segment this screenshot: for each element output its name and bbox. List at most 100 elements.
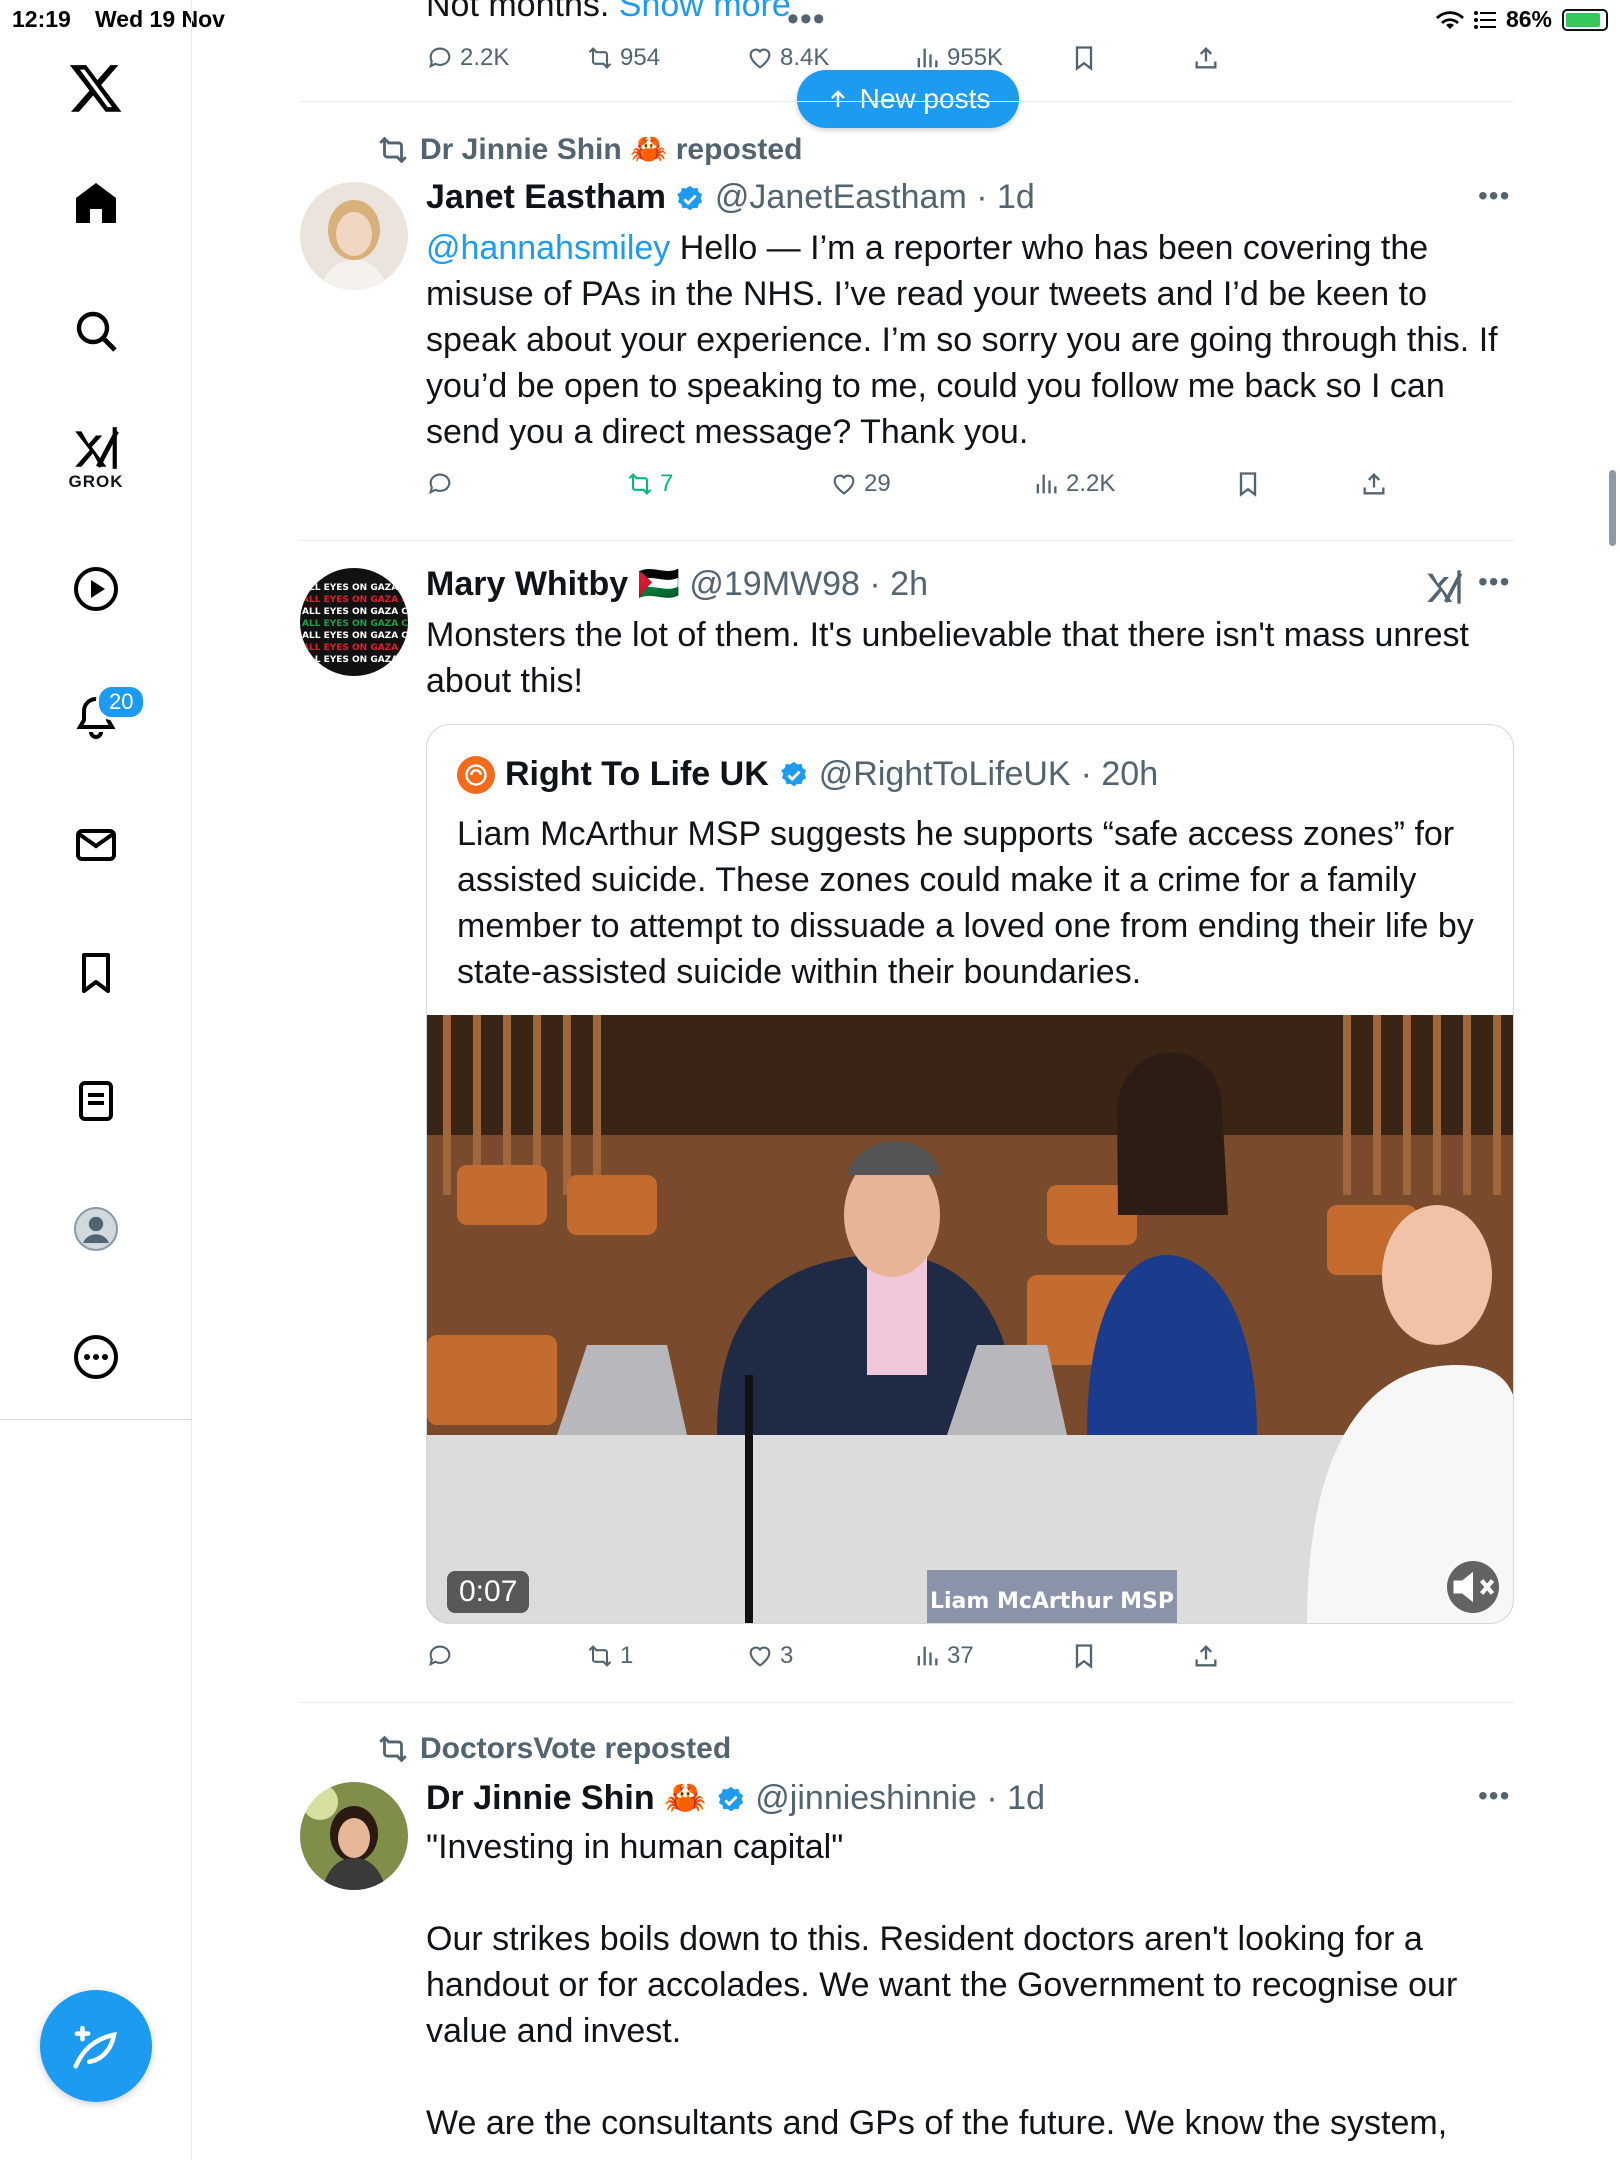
grok-label: GROK [68, 472, 124, 491]
post-time[interactable]: · 2h [869, 565, 928, 603]
compose-button[interactable] [40, 1990, 152, 2102]
avatar-photo [300, 1782, 408, 1890]
mention-link[interactable]: @hannahsmiley [426, 229, 670, 267]
envelope-icon [76, 829, 116, 861]
share-button[interactable] [1192, 44, 1220, 72]
avatar[interactable] [300, 182, 408, 290]
repost-icon [628, 473, 652, 495]
post-time[interactable]: · 1d [986, 1779, 1045, 1817]
author-name[interactable]: Dr Jinnie Shin 🦀 [426, 1779, 706, 1817]
video-player[interactable]: Liam McArthur MSP 0:07 [427, 1015, 1513, 1623]
post-header: Mary Whitby 🇵🇸 @19MW98 · 2h [426, 564, 928, 604]
bookmark-icon [82, 953, 110, 993]
post-text: Monsters the lot of them. It's unbelieva… [426, 616, 1469, 700]
views-chart-icon [917, 48, 938, 68]
repost-context: DoctorsVote reposted [376, 1732, 731, 1766]
post-time[interactable]: · 1d [976, 178, 1035, 216]
share-icon [1363, 473, 1385, 495]
search-icon [76, 311, 117, 352]
partial-post-text: Not months. Show more [426, 0, 791, 25]
nav-lists[interactable] [67, 1072, 125, 1130]
author-name[interactable]: Mary Whitby 🇵🇸 [426, 565, 680, 603]
show-more-link[interactable]: Show more [619, 0, 791, 24]
like-button[interactable]: 29 [830, 470, 891, 498]
reply-button[interactable]: 2.2K [426, 44, 509, 72]
focus-list-icon [1473, 10, 1496, 29]
nav-bookmarks[interactable] [67, 944, 125, 1002]
sidebar: GROK 20 [0, 0, 192, 2160]
nav-search[interactable] [67, 302, 125, 360]
bookmark-button[interactable] [1234, 470, 1262, 498]
nav-home[interactable] [67, 174, 125, 232]
bookmark-button[interactable] [1070, 1642, 1098, 1670]
repost-icon [379, 136, 407, 163]
more-circle-icon [74, 1335, 118, 1379]
reply-icon [429, 473, 451, 495]
x-logo-icon[interactable] [68, 60, 124, 116]
post-divider [300, 101, 1514, 102]
repost-context: Dr Jinnie Shin 🦀 reposted [376, 132, 802, 167]
post-divider [300, 1702, 1514, 1703]
share-button[interactable] [1360, 470, 1388, 498]
nav-video[interactable] [67, 560, 125, 618]
home-icon [76, 183, 116, 223]
post-paragraph: We are the consultants and GPs of the fu… [426, 2104, 1448, 2160]
nav-more[interactable] [67, 1328, 125, 1386]
mute-button[interactable] [1447, 1561, 1499, 1613]
repost-button[interactable]: 7 [626, 470, 673, 498]
more-options-icon[interactable]: ••• [787, 0, 826, 39]
grok-icon[interactable] [1424, 568, 1464, 606]
post-header: Janet Eastham @JanetEastham · 1d [426, 178, 1035, 217]
heart-icon [749, 1646, 771, 1667]
svg-text:ALL EYES ON GAZA CITY: ALL EYES ON GAZA CITY [302, 655, 408, 665]
svg-text:ALL EYES ON GAZA CITY: ALL EYES ON GAZA CITY [302, 643, 408, 653]
like-button[interactable]: 8.4K [746, 44, 829, 72]
svg-text:ALL EYES ON GAZA CITY: ALL EYES ON GAZA CITY [302, 631, 408, 641]
video-frame: Liam McArthur MSP [427, 1015, 1513, 1623]
bookmark-button[interactable] [1070, 44, 1098, 72]
nav-grok[interactable]: GROK [66, 425, 126, 492]
reply-button[interactable] [426, 1642, 460, 1670]
quoted-post[interactable]: Right To Life UK @RightToLifeUK · 20h Li… [426, 724, 1514, 1624]
battery-icon [1562, 8, 1608, 31]
verified-badge-icon [781, 761, 806, 786]
quote-text: Liam McArthur MSP suggests he supports “… [457, 815, 1474, 991]
author-handle[interactable]: @19MW98 [689, 565, 860, 603]
views-button[interactable]: 37 [913, 1642, 974, 1670]
author-handle[interactable]: @JanetEastham [715, 178, 967, 216]
author-handle[interactable]: @jinnieshinnie [755, 1779, 977, 1817]
share-icon [1195, 1645, 1217, 1667]
wifi-icon [1435, 10, 1464, 29]
quote-author-handle: @RightToLifeUK [818, 755, 1071, 793]
views-button[interactable]: 2.2K [1032, 470, 1115, 498]
views-button[interactable]: 955K [913, 44, 1003, 72]
quote-avatar-icon [457, 755, 495, 794]
bookmark-icon [1075, 1644, 1093, 1669]
new-posts-button[interactable]: New posts [797, 70, 1019, 128]
reply-icon [429, 1645, 451, 1667]
avatar-photo [300, 182, 408, 290]
author-name[interactable]: Janet Eastham [426, 178, 666, 216]
more-options-icon[interactable]: ••• [1478, 566, 1510, 598]
profile-avatar-icon [74, 1207, 118, 1251]
quote-author-name: Right To Life UK [505, 755, 769, 793]
repost-button[interactable]: 954 [586, 44, 660, 72]
bookmark-icon [1075, 46, 1093, 71]
more-options-icon[interactable]: ••• [1478, 180, 1510, 212]
nameplate-text: Liam McArthur MSP [930, 1589, 1174, 1614]
avatar[interactable]: ALL EYES ON GAZA CITY ALL EYES ON GAZA C… [300, 568, 408, 676]
share-button[interactable] [1192, 1642, 1220, 1670]
avatar[interactable] [300, 1782, 408, 1890]
post-header: Dr Jinnie Shin 🦀 @jinnieshinnie · 1d [426, 1778, 1045, 1818]
like-button[interactable]: 3 [746, 1642, 793, 1670]
reply-button[interactable] [426, 470, 460, 498]
repost-icon [379, 1735, 407, 1763]
verified-badge-icon [718, 1786, 743, 1812]
nav-profile[interactable] [67, 1200, 125, 1258]
reply-icon [429, 47, 451, 69]
more-options-icon[interactable]: ••• [1478, 1780, 1510, 1812]
svg-text:ALL EYES ON GAZA CITY: ALL EYES ON GAZA CITY [302, 583, 408, 593]
scrollbar[interactable] [1609, 470, 1616, 546]
nav-messages[interactable] [67, 816, 125, 874]
repost-button[interactable]: 1 [586, 1642, 633, 1670]
